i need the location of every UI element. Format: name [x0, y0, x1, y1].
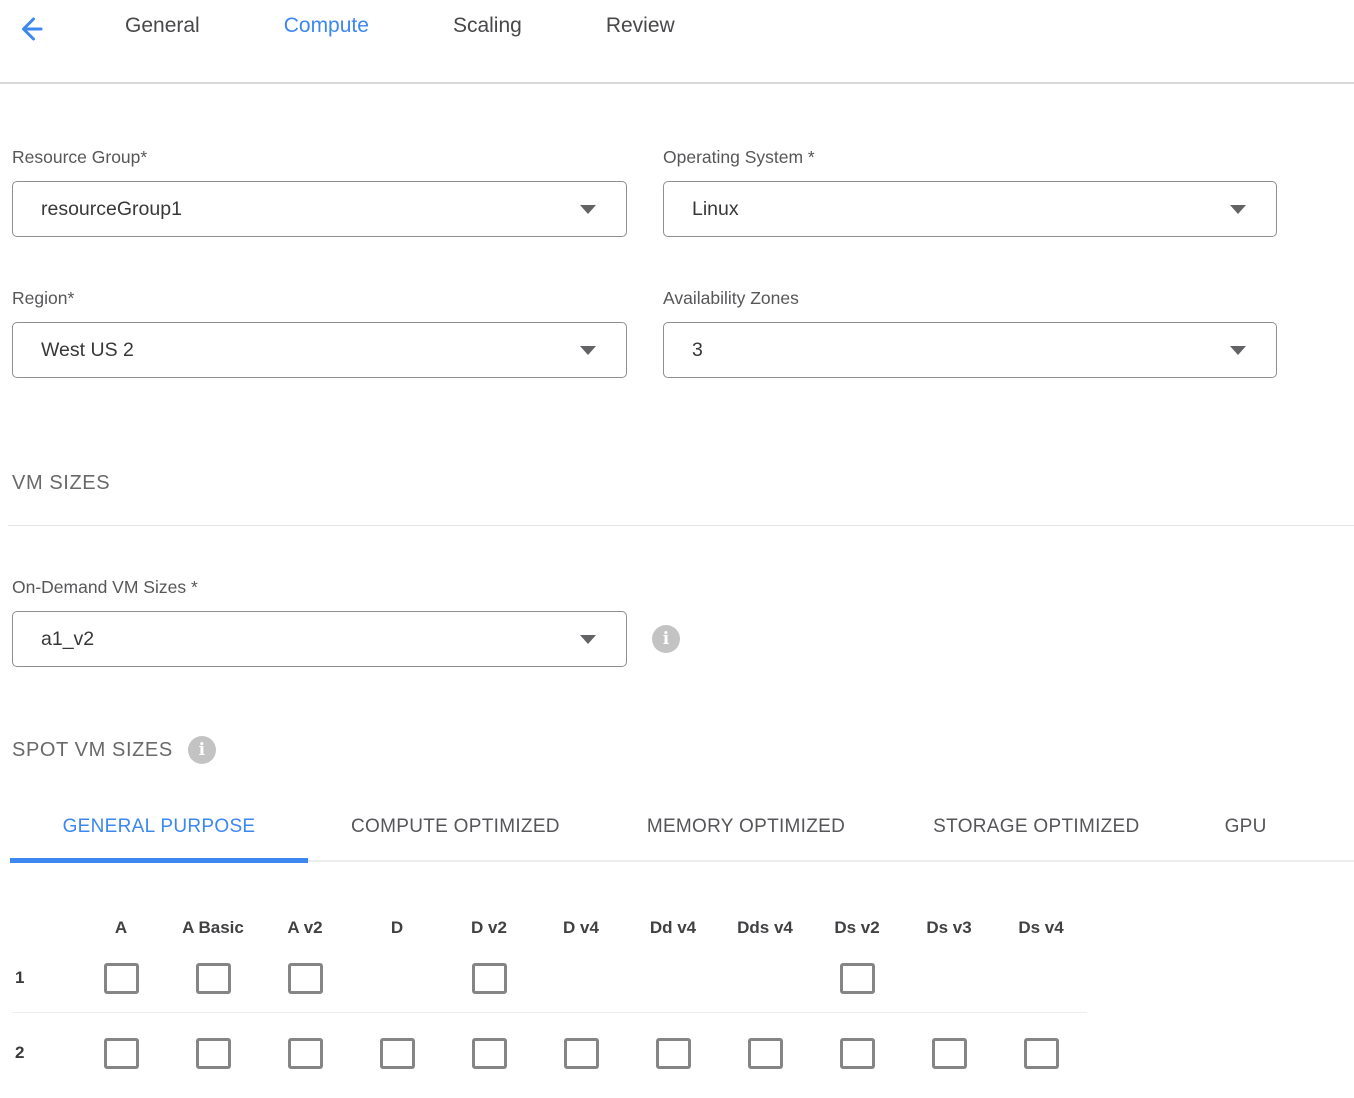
operating-system-select[interactable]: Linux: [663, 181, 1277, 237]
field-region: Region* West US 2: [12, 288, 627, 378]
vm-column-header: D v4: [535, 918, 627, 938]
arrow-left-icon: [15, 14, 45, 47]
create-cluster-compute-page: General Compute Scaling Review Resource …: [0, 0, 1354, 1098]
spot-vm-checkbox[interactable]: [380, 1038, 415, 1069]
back-button[interactable]: [10, 10, 50, 50]
region-select[interactable]: West US 2: [12, 322, 627, 378]
spot-vm-checkbox[interactable]: [288, 1038, 323, 1069]
vm-column-header: D: [351, 918, 443, 938]
tab-compute-optimized[interactable]: COMPUTE OPTIMIZED: [351, 794, 560, 860]
vm-table-cell: [719, 1038, 811, 1069]
field-on-demand-vm-sizes: On-Demand VM Sizes * a1_v2 i: [12, 577, 1277, 667]
spot-vm-checkbox[interactable]: [564, 1038, 599, 1069]
vm-column-header: Ds v3: [903, 918, 995, 938]
on-demand-select[interactable]: a1_v2: [12, 611, 627, 667]
row-number: 2: [12, 1043, 75, 1063]
vm-sizes-heading: VM SIZES: [12, 472, 1277, 495]
row-divider: [12, 1012, 1087, 1013]
vm-column-header: A: [75, 918, 167, 938]
tab-compute[interactable]: Compute: [284, 14, 369, 38]
spot-vm-table: AA BasicA v2DD v2D v4Dd v4Dds v4Ds v2Ds …: [12, 918, 1277, 1077]
vm-table-cell: [995, 1038, 1087, 1069]
field-resource-group: Resource Group* resourceGroup1: [12, 147, 627, 237]
resource-group-value: resourceGroup1: [41, 198, 182, 221]
spot-vm-checkbox[interactable]: [104, 1038, 139, 1069]
operating-system-value: Linux: [692, 198, 739, 221]
vm-table-cell: [351, 1038, 443, 1069]
spot-vm-checkbox[interactable]: [748, 1038, 783, 1069]
spot-vm-checkbox[interactable]: [104, 963, 139, 994]
tab-general-purpose[interactable]: GENERAL PURPOSE: [10, 794, 308, 860]
tab-gpu[interactable]: GPU: [1225, 794, 1267, 860]
spot-vm-checkbox[interactable]: [932, 1038, 967, 1069]
vm-column-header: D v2: [443, 918, 535, 938]
availability-zones-label: Availability Zones: [663, 288, 1277, 309]
section-divider: [8, 525, 1354, 526]
vm-table-cell: [75, 963, 167, 994]
vm-column-header: A Basic: [167, 918, 259, 938]
row-number: 1: [12, 968, 75, 988]
spot-vm-checkbox[interactable]: [196, 963, 231, 994]
vm-table-cell: [903, 1038, 995, 1069]
spot-vm-checkbox[interactable]: [288, 963, 323, 994]
tab-general[interactable]: General: [125, 14, 200, 38]
tab-storage-optimized[interactable]: STORAGE OPTIMIZED: [933, 794, 1139, 860]
vm-table-cell: [535, 1038, 627, 1069]
on-demand-label: On-Demand VM Sizes *: [12, 577, 1277, 598]
info-icon[interactable]: i: [652, 625, 680, 653]
tab-scaling[interactable]: Scaling: [453, 14, 522, 38]
page-content: Resource Group* resourceGroup1 Operating…: [0, 147, 1354, 1077]
spot-vm-sizes-header: SPOT VM SIZES i: [12, 736, 1277, 764]
vm-table-cell: [443, 963, 535, 994]
vm-column-header: A v2: [259, 918, 351, 938]
vm-table-cell: [811, 1038, 903, 1069]
field-operating-system: Operating System * Linux: [663, 147, 1277, 237]
info-icon[interactable]: i: [188, 736, 216, 764]
spot-vm-checkbox[interactable]: [472, 963, 507, 994]
region-label: Region*: [12, 288, 627, 309]
vm-table-cell: [75, 1038, 167, 1069]
chevron-down-icon: [580, 205, 596, 214]
tab-memory-optimized[interactable]: MEMORY OPTIMIZED: [647, 794, 845, 860]
on-demand-value: a1_v2: [41, 628, 94, 651]
region-value: West US 2: [41, 339, 134, 362]
spot-vm-checkbox[interactable]: [656, 1038, 691, 1069]
vm-table-cell: [259, 963, 351, 994]
resource-group-select[interactable]: resourceGroup1: [12, 181, 627, 237]
spot-vm-checkbox[interactable]: [840, 1038, 875, 1069]
spot-vm-checkbox[interactable]: [840, 963, 875, 994]
vm-table-row: 1: [12, 954, 1277, 1002]
operating-system-label: Operating System *: [663, 147, 1277, 168]
vm-table-cell: [259, 1038, 351, 1069]
chevron-down-icon: [580, 346, 596, 355]
wizard-tabs: General Compute Scaling Review: [125, 14, 675, 38]
chevron-down-icon: [1230, 205, 1246, 214]
spot-vm-checkbox[interactable]: [1024, 1038, 1059, 1069]
availability-zones-value: 3: [692, 339, 703, 362]
vm-column-header: Ds v2: [811, 918, 903, 938]
vm-table-cell: [627, 1038, 719, 1069]
tab-review[interactable]: Review: [606, 14, 675, 38]
resource-group-label: Resource Group*: [12, 147, 627, 168]
vm-table-cell: [811, 963, 903, 994]
chevron-down-icon: [1230, 346, 1246, 355]
vm-table-cell: [167, 963, 259, 994]
vm-table-cell: [443, 1038, 535, 1069]
availability-zones-select[interactable]: 3: [663, 322, 1277, 378]
spot-vm-sizes-heading: SPOT VM SIZES: [12, 739, 173, 762]
spot-vm-checkbox[interactable]: [472, 1038, 507, 1069]
cluster-form: Resource Group* resourceGroup1 Operating…: [12, 147, 1277, 378]
vm-table-header-row: AA BasicA v2DD v2D v4Dd v4Dds v4Ds v2Ds …: [12, 918, 1277, 938]
vm-column-header: Dds v4: [719, 918, 811, 938]
vm-column-header: Dd v4: [627, 918, 719, 938]
vm-column-header: Ds v4: [995, 918, 1087, 938]
wizard-topbar: General Compute Scaling Review: [0, 0, 1354, 84]
spot-vm-checkbox[interactable]: [196, 1038, 231, 1069]
spot-category-tabs: GENERAL PURPOSE COMPUTE OPTIMIZED MEMORY…: [10, 794, 1354, 862]
chevron-down-icon: [580, 635, 596, 644]
vm-table-cell: [167, 1038, 259, 1069]
vm-table-row: 2: [12, 1029, 1277, 1077]
field-availability-zones: Availability Zones 3: [663, 288, 1277, 378]
